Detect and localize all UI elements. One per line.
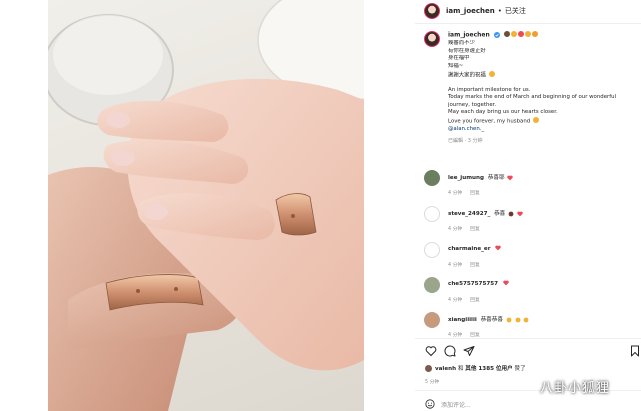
heart-emoji-icon <box>503 280 509 286</box>
caption-body: iam_joechen 幾番而不少 有你在身邊正好 身在福中 知福~ 謝謝大家的… <box>448 31 638 145</box>
liker-username[interactable]: valenh <box>435 366 456 372</box>
emoji-icon <box>504 31 511 37</box>
post-time: 5 分钟 <box>425 380 440 385</box>
commenter-avatar[interactable] <box>424 312 440 328</box>
comment-meta: 4 分钟 回复 <box>448 225 480 232</box>
heart-eyes-emoji-icon <box>506 317 512 322</box>
comment-text: lee_jumung 恭喜耶 <box>448 173 514 181</box>
caption-line: 知福~ <box>448 62 464 69</box>
caption-avatar[interactable] <box>424 31 440 47</box>
comment-time: 4 分钟 <box>448 298 463 303</box>
header-divider <box>415 23 641 24</box>
add-comment-input[interactable]: 添加评论... <box>441 400 471 409</box>
caption-english-line: Today marks the end of March and beginni… <box>448 94 617 101</box>
reply-button[interactable]: 回复 <box>470 227 480 232</box>
caption-english-line: An important milestone for us. <box>448 86 531 93</box>
reply-button[interactable]: 回复 <box>470 263 480 268</box>
commenter-username[interactable]: steve_24927_ <box>448 211 490 217</box>
likes-summary[interactable]: valenh 和 其他 1385 位用户 赞了 <box>425 364 526 372</box>
caption-header-line: iam_joechen <box>448 31 638 40</box>
caption-english-line: May each day bring us our hearts closer. <box>448 109 558 116</box>
likes-conjunction: 和 <box>457 366 464 372</box>
comment-body: 恭喜恭喜 <box>480 317 503 323</box>
caption-english-line-love: Love you forever, my husband <box>448 117 638 126</box>
comment-meta: 4 分钟 回复 <box>448 261 480 268</box>
share-icon[interactable] <box>463 345 475 357</box>
heart-emoji-icon <box>495 245 501 251</box>
follow-status-button[interactable]: 已关注 <box>505 6 526 16</box>
reply-button[interactable]: 回复 <box>470 298 480 303</box>
emoji-icon <box>525 31 532 37</box>
emoji-icon <box>532 31 539 37</box>
comment-item: charmaine_er 4 分钟 回复 <box>424 242 639 272</box>
watermark-text: 八卦小狐狸 <box>540 381 611 396</box>
commenter-username[interactable]: charmaine_er <box>448 246 490 252</box>
heart-eyes-emoji-icon <box>515 317 520 322</box>
heart-eyes-emoji-icon <box>523 317 529 322</box>
heart-icon[interactable] <box>425 345 437 357</box>
comment-icon[interactable] <box>444 345 456 357</box>
comment-time: 4 分钟 <box>448 191 463 196</box>
caption-line-thanks: 謝謝大家的祝福 <box>448 70 638 80</box>
comment-meta: 4 分钟 回复 <box>448 189 480 196</box>
bookmark-icon[interactable] <box>629 345 641 357</box>
commenter-username[interactable]: lee_jumung <box>448 175 484 181</box>
likes-others-count[interactable]: 其他 1385 位用户 <box>465 366 512 372</box>
emoji-icon[interactable] <box>425 399 435 409</box>
heart-eyes-emoji-icon <box>533 117 540 125</box>
caption-english-love-text: Love you forever, my husband <box>448 118 531 125</box>
comment-item: lee_jumung 恭喜耶 4 分钟 回复 <box>424 170 639 200</box>
heart-emoji-icon <box>518 31 525 37</box>
post-actions <box>425 345 641 359</box>
commenter-username[interactable]: xiangiiiiii <box>448 317 477 323</box>
caption-emoji-row <box>504 31 539 39</box>
author-avatar[interactable] <box>424 3 440 19</box>
liker-avatar <box>425 365 432 372</box>
verified-icon <box>493 32 500 39</box>
reply-button[interactable]: 回复 <box>470 191 480 196</box>
comment-meta: 4 分钟 回复 <box>448 296 480 303</box>
caption-meta: 已編輯 · 3 分钟 <box>448 137 483 144</box>
commenter-avatar[interactable] <box>424 170 440 186</box>
comment-time: 4 分钟 <box>448 227 463 232</box>
caption-line: 有你在身邊正好 <box>448 47 486 54</box>
caption-username[interactable]: iam_joechen <box>448 32 490 39</box>
comment-text: che5757575757 <box>448 280 509 287</box>
caption-line: 幾番而不少 <box>448 40 475 47</box>
commenter-username[interactable]: che5757575757 <box>448 281 498 287</box>
comment-body: 恭喜 <box>494 211 506 217</box>
commenter-avatar[interactable] <box>424 206 440 222</box>
smile-emoji-icon <box>488 70 496 79</box>
comment-text: steve_24927_ 恭喜 <box>448 209 523 217</box>
heart-emoji-icon <box>507 175 514 180</box>
add-comment-bar[interactable]: 添加评论... <box>425 399 471 409</box>
commenter-avatar[interactable] <box>424 277 440 293</box>
commenter-avatar[interactable] <box>424 242 440 258</box>
caption-line-thanks-text: 謝謝大家的祝福 <box>448 72 486 79</box>
comment-item: steve_24927_ 恭喜 4 分钟 回复 <box>424 206 639 236</box>
caption-english-line: journey, together. <box>448 101 497 108</box>
caption-line: 身在福中 <box>448 55 470 62</box>
post-header: iam_joechen • 已关注 <box>415 0 641 22</box>
comment-item: che5757575757 4 分钟 回复 <box>424 277 639 307</box>
post-side-panel: iam_joechen • 已关注 iam_joechen 幾番而不少 有你在身… <box>415 0 641 411</box>
husband-mention-link[interactable]: @alan.chen._ <box>448 126 638 134</box>
comment-body: 恭喜耶 <box>487 175 505 181</box>
author-username[interactable]: iam_joechen <box>446 7 495 15</box>
comment-time: 4 分钟 <box>448 263 463 268</box>
heart-emoji-icon <box>517 211 523 216</box>
header-separator: • <box>497 7 502 15</box>
comment-meta: 4 分钟 回复 <box>448 331 480 338</box>
hands-with-rings-image <box>48 0 364 411</box>
emoji-icon <box>508 211 514 216</box>
likes-suffix: 赞了 <box>514 366 526 372</box>
actions-divider <box>415 338 641 339</box>
post-photo[interactable] <box>48 0 364 411</box>
comment-text: charmaine_er <box>448 245 501 252</box>
emoji-icon <box>511 31 518 37</box>
comment-text: xiangiiiiii 恭喜恭喜 <box>448 315 529 323</box>
